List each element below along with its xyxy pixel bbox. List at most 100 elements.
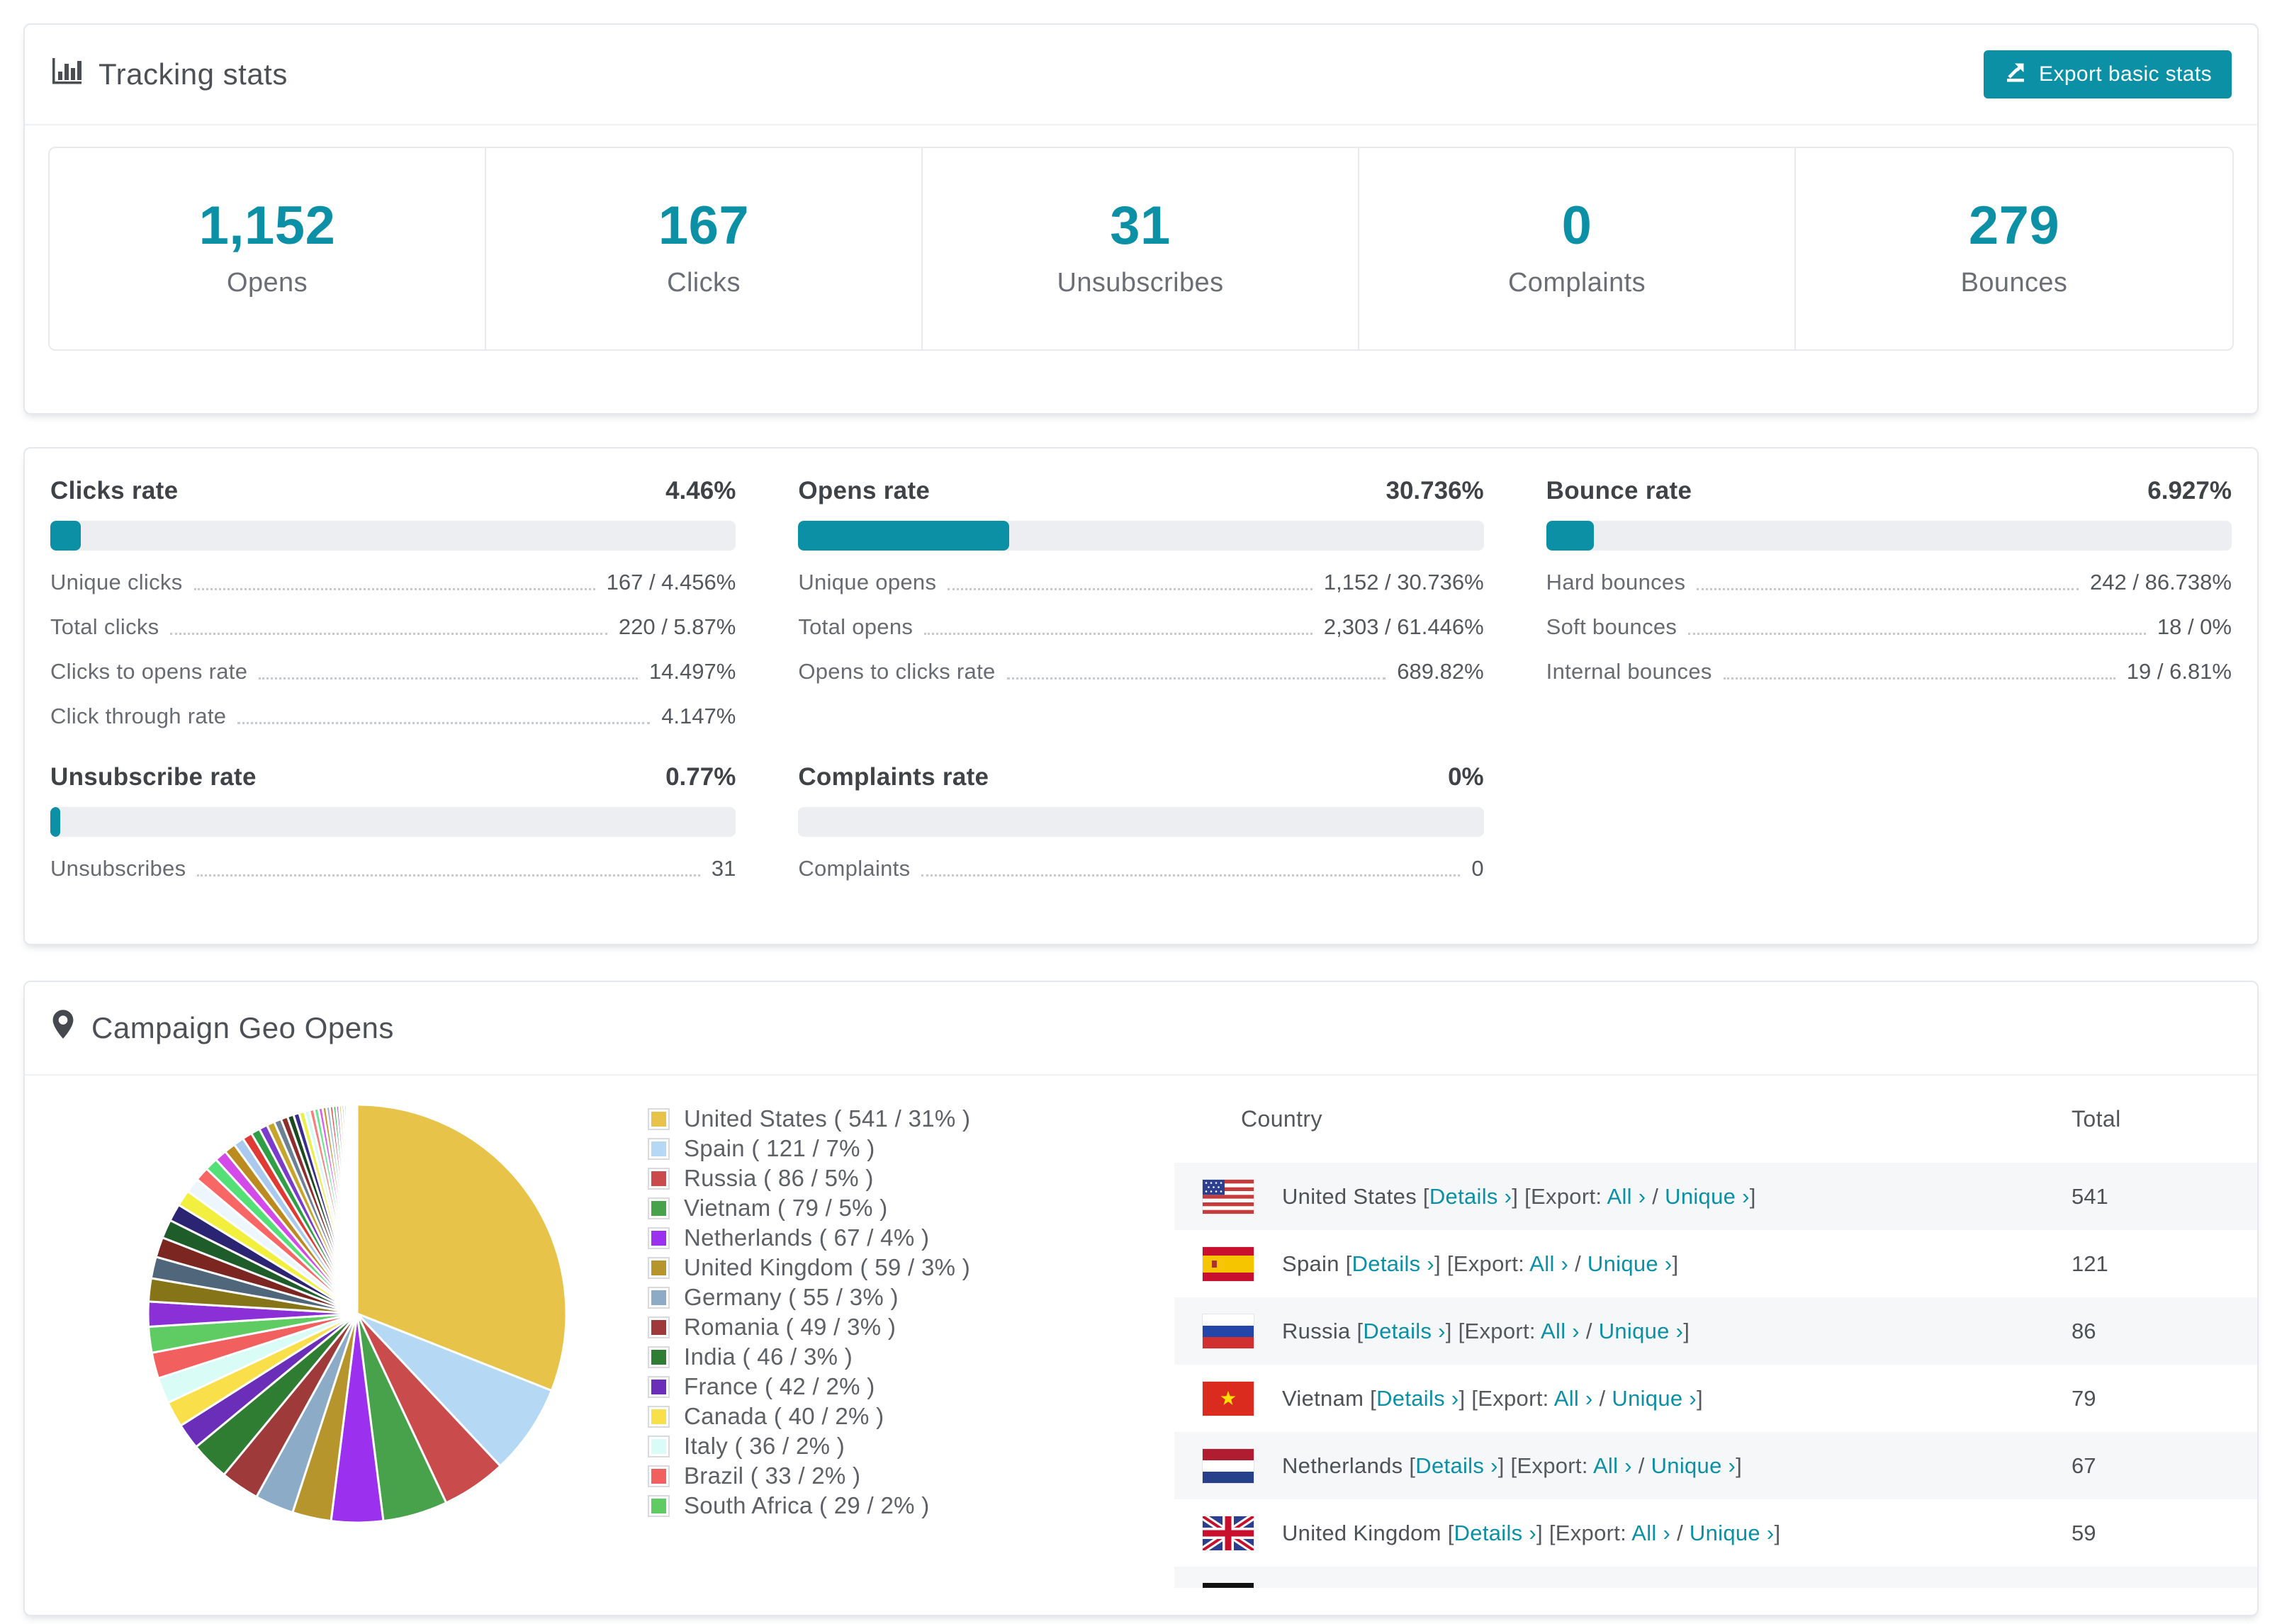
legend-swatch: [648, 1167, 670, 1190]
unsubscribe-rate-progressbar: [50, 807, 736, 837]
rate-row: Internal bounces 19 / 6.81%: [1546, 659, 2232, 684]
table-row-partial: [1174, 1567, 2257, 1588]
campaign-overview-page: Tracking stats Export basic stats 1,152 …: [0, 0, 2282, 1616]
legend-swatch: [648, 1346, 670, 1368]
clicks-rate-value: 4.46%: [665, 477, 736, 504]
pie-slice: [354, 1103, 359, 1314]
details-link[interactable]: Details ›: [1363, 1319, 1445, 1343]
legend-label: Vietnam ( 79 / 5% ): [684, 1195, 888, 1221]
rate-row: Unique opens 1,152 / 30.736%: [798, 570, 1484, 594]
rate-row: Unsubscribes 31: [50, 856, 736, 881]
legend-item: France ( 42 / 2% ): [648, 1372, 970, 1402]
stat-clicks: 167 Clicks: [486, 148, 923, 349]
legend-swatch: [648, 1316, 670, 1338]
campaign-geo-opens-card: Campaign Geo Opens United States ( 541 /…: [23, 981, 2259, 1616]
country-column-header: Country: [1241, 1106, 1322, 1132]
details-link[interactable]: Details ›: [1376, 1386, 1458, 1411]
export-basic-stats-button[interactable]: Export basic stats: [1984, 50, 2232, 98]
geo-title: Campaign Geo Opens: [91, 1011, 394, 1044]
opens-rate-title: Opens rate: [798, 477, 931, 504]
export-all-link[interactable]: All ›: [1529, 1251, 1568, 1276]
legend-label: Italy ( 36 / 2% ): [684, 1433, 845, 1459]
legend-label: Germany ( 55 / 3% ): [684, 1284, 899, 1310]
legend-item: Brazil ( 33 / 2% ): [648, 1461, 970, 1491]
legend-label: United States ( 541 / 31% ): [684, 1105, 971, 1132]
rate-row: Total opens 2,303 / 61.446%: [798, 614, 1484, 639]
legend-item: United States ( 541 / 31% ): [648, 1104, 971, 1134]
empty-cell: [1546, 763, 2232, 881]
legend-swatch: [648, 1435, 670, 1457]
legend-item: Russia ( 86 / 5% ): [648, 1163, 970, 1193]
stat-bounces-label: Bounces: [1960, 268, 2068, 298]
stat-bounces-value: 279: [1968, 196, 2060, 256]
stat-opens: 1,152 Opens: [50, 148, 486, 349]
legend-label: India ( 46 / 3% ): [684, 1343, 853, 1370]
legend-swatch: [648, 1465, 670, 1487]
total-value: 67: [2072, 1453, 2096, 1478]
details-link[interactable]: Details ›: [1352, 1251, 1434, 1276]
legend-item: Canada ( 40 / 2% ): [648, 1402, 970, 1431]
legend-swatch: [648, 1197, 670, 1219]
clicks-rate-block: Clicks rate 4.46% Unique clicks 167 / 4.4…: [50, 477, 736, 729]
table-row-united-states: United States [Details ›] [Export: All ›…: [1174, 1163, 2257, 1230]
details-link[interactable]: Details ›: [1454, 1521, 1536, 1545]
export-all-link[interactable]: All ›: [1593, 1453, 1632, 1478]
tracking-stats-title: Tracking stats: [99, 57, 288, 91]
united-states-flag-icon: [1203, 1179, 1254, 1214]
details-link[interactable]: Details ›: [1429, 1184, 1512, 1209]
stat-clicks-value: 167: [658, 196, 750, 256]
legend-item: Italy ( 36 / 2% ): [648, 1431, 970, 1461]
total-value: 86: [2072, 1318, 2096, 1343]
geo-legend: United States ( 541 / 31% ) Spain ( 121 /…: [648, 1104, 971, 1521]
bounce-rate-block: Bounce rate 6.927% Hard bounces 242 / 86.…: [1546, 477, 2232, 729]
geo-pie-chart: [143, 1100, 571, 1528]
total-column-header: Total: [2072, 1106, 2121, 1132]
table-row-vietnam: Vietnam [Details ›] [Export: All › / Uni…: [1174, 1365, 2257, 1432]
details-link[interactable]: Details ›: [1415, 1453, 1497, 1478]
export-unique-link[interactable]: Unique ›: [1651, 1453, 1736, 1478]
stat-bounces: 279 Bounces: [1796, 148, 2232, 349]
stat-unsubscribes-value: 31: [1110, 196, 1171, 256]
export-unique-link[interactable]: Unique ›: [1599, 1319, 1684, 1343]
stat-unsubscribes-label: Unsubscribes: [1057, 268, 1224, 298]
rate-row: Opens to clicks rate 689.82%: [798, 659, 1484, 684]
total-value: 59: [2072, 1520, 2096, 1545]
table-row-netherlands: Netherlands [Details ›] [Export: All › /…: [1174, 1432, 2257, 1499]
export-all-link[interactable]: All ›: [1541, 1319, 1580, 1343]
stat-opens-value: 1,152: [198, 196, 336, 256]
export-unique-link[interactable]: Unique ›: [1690, 1521, 1775, 1545]
export-unique-link[interactable]: Unique ›: [1587, 1251, 1673, 1276]
tracking-stats-header: Tracking stats Export basic stats: [25, 25, 2257, 125]
table-row-united-kingdom: United Kingdom [Details ›] [Export: All …: [1174, 1499, 2257, 1567]
germany-flag-icon: [1203, 1583, 1254, 1588]
geo-title-wrap: Campaign Geo Opens: [50, 1008, 394, 1049]
legend-item: Vietnam ( 79 / 5% ): [648, 1193, 970, 1223]
legend-label: Russia ( 86 / 5% ): [684, 1165, 874, 1191]
legend-label: Romania ( 49 / 3% ): [684, 1314, 896, 1340]
legend-label: Canada ( 40 / 2% ): [684, 1403, 884, 1429]
export-all-link[interactable]: All ›: [1631, 1521, 1670, 1545]
export-all-link[interactable]: All ›: [1554, 1386, 1593, 1411]
table-row-russia: Russia [Details ›] [Export: All › / Uniq…: [1174, 1297, 2257, 1365]
stat-complaints-label: Complaints: [1507, 268, 1646, 298]
stat-opens-label: Opens: [227, 268, 308, 298]
legend-label: South Africa ( 29 / 2% ): [684, 1492, 930, 1518]
opens-rate-progressbar: [798, 521, 1484, 551]
rate-row: Complaints 0: [798, 856, 1484, 881]
legend-item: Germany ( 55 / 3% ): [648, 1282, 970, 1312]
legend-item: Netherlands ( 67 / 4% ): [648, 1223, 970, 1253]
rate-row: Total clicks 220 / 5.87%: [50, 614, 736, 639]
netherlands-flag-icon: [1203, 1448, 1254, 1483]
clicks-rate-title: Clicks rate: [50, 477, 179, 504]
tracking-stats-card: Tracking stats Export basic stats 1,152 …: [23, 23, 2259, 415]
export-all-link[interactable]: All ›: [1607, 1184, 1646, 1209]
total-value: 79: [2072, 1385, 2096, 1411]
legend-item: India ( 46 / 3% ): [648, 1342, 970, 1372]
bounce-rate-value: 6.927%: [2147, 477, 2232, 504]
legend-label: United Kingdom ( 59 / 3% ): [684, 1254, 970, 1280]
export-unique-link[interactable]: Unique ›: [1665, 1184, 1750, 1209]
export-icon: [2003, 60, 2028, 89]
export-unique-link[interactable]: Unique ›: [1612, 1386, 1697, 1411]
legend-swatch: [648, 1227, 670, 1249]
complaints-rate-progressbar: [798, 807, 1484, 837]
